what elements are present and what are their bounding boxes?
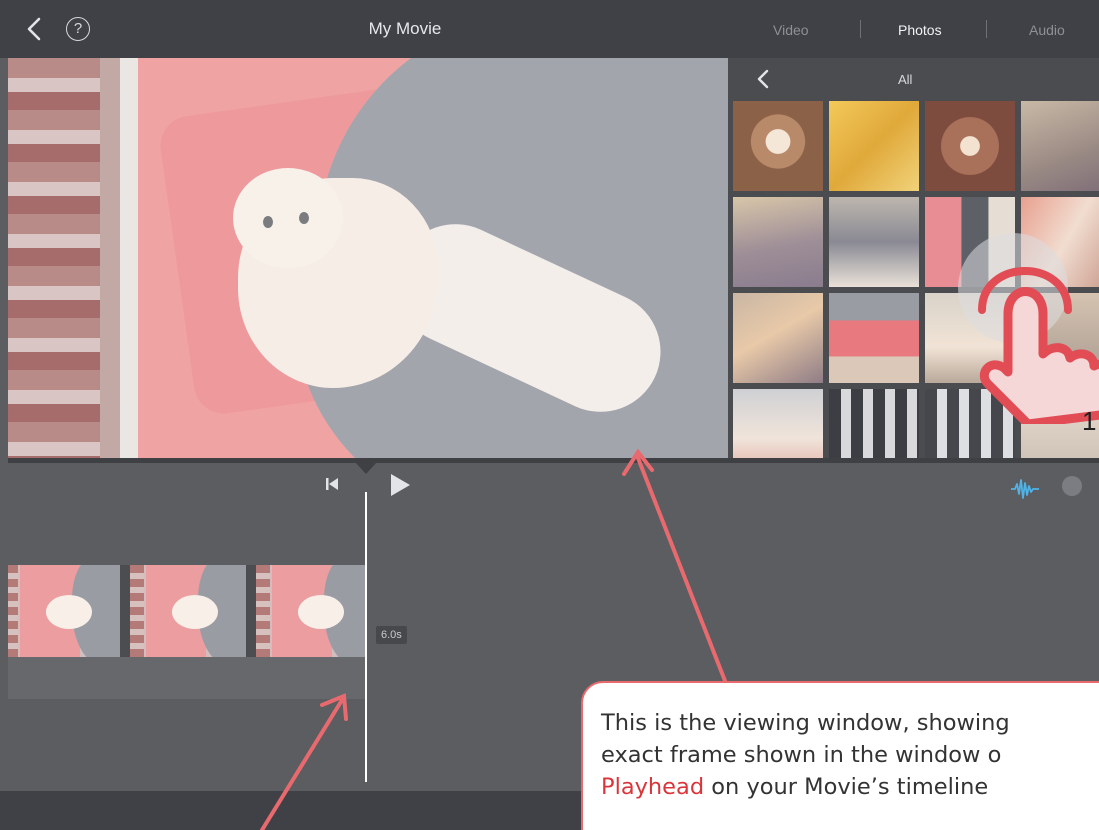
playhead-notch — [355, 462, 377, 474]
clip-frame-kitten — [298, 595, 344, 629]
photo-thumbnail[interactable] — [733, 197, 823, 287]
audio-track[interactable] — [8, 657, 366, 699]
help-button[interactable]: ? — [66, 17, 90, 41]
photo-thumbnail[interactable] — [829, 101, 919, 191]
clip-frame-kitten — [172, 595, 218, 629]
annotation-callout: This is the viewing window, showing exac… — [581, 681, 1099, 830]
clip-frame — [256, 565, 366, 657]
tap-gesture-icon — [978, 267, 1099, 424]
tab-video[interactable]: Video — [773, 22, 809, 38]
callout-highlight: Playhead — [601, 774, 705, 800]
photo-thumbnail[interactable] — [829, 197, 919, 287]
clip-frame-kitten — [46, 595, 92, 629]
clip-frame-rug — [256, 565, 270, 657]
browser-header: All — [728, 58, 1099, 101]
skip-to-start-icon[interactable] — [324, 476, 342, 492]
tap-hint-number: 1 — [1082, 406, 1097, 436]
callout-line: This is the viewing window, showing — [601, 710, 1010, 736]
top-toolbar: ? My Movie Video Photos Audio — [0, 0, 1099, 58]
playhead[interactable] — [365, 492, 367, 782]
back-icon[interactable] — [24, 16, 46, 42]
tab-photos[interactable]: Photos — [898, 22, 942, 38]
photo-thumbnail[interactable] — [1021, 101, 1099, 191]
clip-duration-badge: 6.0s — [376, 626, 407, 644]
clip-frame-rug — [8, 565, 18, 657]
photo-thumbnail[interactable] — [829, 293, 919, 383]
clip-frame-rug — [130, 565, 144, 657]
viewer-image-rug — [8, 58, 100, 458]
viewer-image-kitten-head — [233, 168, 343, 268]
settings-icon[interactable] — [1062, 476, 1082, 496]
album-title: All — [898, 72, 913, 87]
photo-thumbnail[interactable] — [733, 101, 823, 191]
photo-thumbnail[interactable] — [733, 293, 823, 383]
timeline-divider — [8, 458, 1099, 463]
video-clip[interactable] — [8, 565, 366, 657]
callout-line: exact frame shown in the window o — [601, 742, 1002, 768]
play-icon[interactable] — [388, 472, 412, 498]
clip-frame — [8, 565, 120, 657]
tab-divider — [860, 20, 861, 38]
tab-divider — [986, 20, 987, 38]
callout-line: Playhead on your Movie’s timeline — [601, 771, 1099, 803]
tab-audio[interactable]: Audio — [1029, 22, 1065, 38]
clip-frame — [130, 565, 246, 657]
callout-text-rest: on your Movie’s timeline — [704, 774, 989, 800]
audio-waveform-icon[interactable] — [1010, 478, 1040, 500]
kitten-eye — [299, 212, 309, 224]
photo-thumbnail[interactable] — [925, 101, 1015, 191]
viewer-window[interactable] — [8, 58, 728, 458]
photo-browser: All — [728, 58, 1099, 479]
kitten-eye — [263, 216, 273, 228]
browser-back-icon[interactable] — [754, 68, 772, 90]
viewer-image-rug-border — [100, 58, 120, 458]
project-title: My Movie — [368, 19, 442, 38]
